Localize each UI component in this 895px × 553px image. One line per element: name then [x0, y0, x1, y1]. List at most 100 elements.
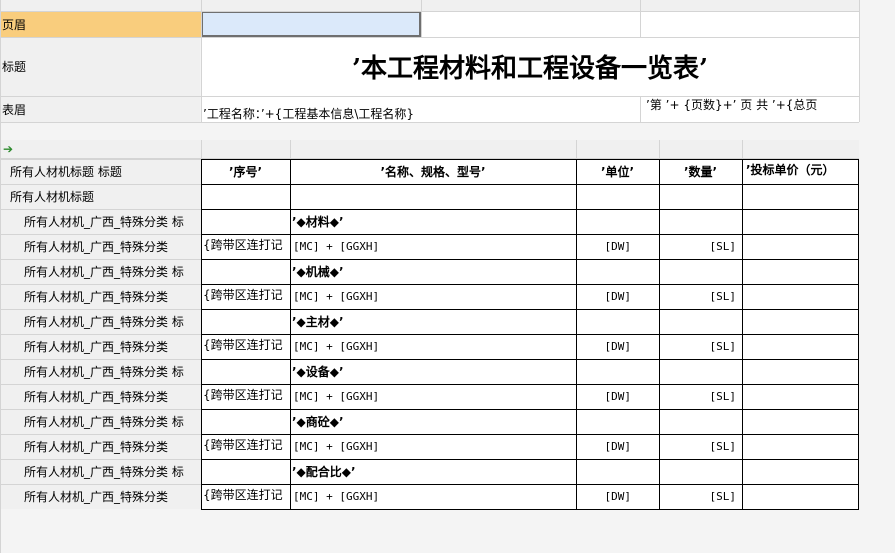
- grid-line: [201, 209, 859, 210]
- grid-line: [201, 184, 859, 185]
- category-cell[interactable]: ’◆商砼◆’: [292, 409, 574, 434]
- grid-line: [0, 459, 201, 460]
- name-spec-cell[interactable]: [MC] + [GGXH]: [293, 384, 576, 409]
- band-label-detail[interactable]: 所有人材机_广西_特殊分类: [0, 434, 200, 459]
- band-label-category[interactable]: 所有人材机_广西_特殊分类 标: [0, 309, 200, 334]
- name-spec-cell[interactable]: [MC] + [GGXH]: [293, 234, 576, 259]
- grid-line: [201, 409, 859, 410]
- grid-line: [0, 484, 201, 485]
- unit-price-cell[interactable]: [742, 284, 859, 309]
- unit-cell[interactable]: [DW]: [576, 384, 655, 409]
- project-name-field[interactable]: ’工程名称：’+{工程基本信息\工程名称}: [203, 100, 640, 122]
- unit-cell[interactable]: [DW]: [576, 484, 655, 509]
- category-cell[interactable]: ’◆设备◆’: [292, 359, 574, 384]
- canvas-bottom: [0, 510, 895, 553]
- unit-cell[interactable]: [DW]: [576, 434, 655, 459]
- unit-price-cell[interactable]: [742, 484, 859, 509]
- grid-line: [0, 0, 1, 553]
- column-header-cell[interactable]: ’名称、规格、型号’: [290, 159, 576, 184]
- column-header-cell[interactable]: ’序号’: [201, 159, 290, 184]
- report-title[interactable]: ’本工程材料和工程设备一览表’: [201, 37, 859, 96]
- unit-cell[interactable]: [DW]: [576, 334, 655, 359]
- band-label-detail[interactable]: 所有人材机_广西_特殊分类: [0, 334, 200, 359]
- grid-line: [0, 359, 201, 360]
- band-label-detail[interactable]: 所有人材机_广西_特殊分类: [0, 284, 200, 309]
- band-label-detail[interactable]: 所有人材机_广西_特殊分类: [0, 234, 200, 259]
- grid-line: [201, 459, 859, 460]
- column-header-cell[interactable]: ’数量’: [659, 159, 742, 184]
- qty-cell[interactable]: [SL]: [659, 284, 739, 309]
- name-spec-cell[interactable]: [MC] + [GGXH]: [293, 334, 576, 359]
- unit-cell[interactable]: [DW]: [576, 234, 655, 259]
- grid-line: [201, 334, 859, 335]
- band-label-category[interactable]: 所有人材机_广西_特殊分类 标: [0, 359, 200, 384]
- band-label-detail[interactable]: 所有人材机_广西_特殊分类: [0, 384, 200, 409]
- name-spec-cell[interactable]: [MC] + [GGXH]: [293, 434, 576, 459]
- grid-line: [0, 209, 201, 210]
- seq-cell[interactable]: {跨带区连打记: [203, 384, 290, 403]
- grid-line: [201, 359, 859, 360]
- qty-cell[interactable]: [SL]: [659, 384, 739, 409]
- grid-line: [0, 384, 201, 385]
- seq-cell[interactable]: {跨带区连打记: [203, 234, 290, 253]
- column-header-cell[interactable]: ’投标单价（元）: [742, 159, 859, 184]
- unit-cell[interactable]: [DW]: [576, 284, 655, 309]
- grid-line: [201, 259, 859, 260]
- band-label-title[interactable]: 标题: [0, 37, 200, 96]
- qty-cell[interactable]: [SL]: [659, 234, 739, 259]
- unit-price-cell[interactable]: [742, 234, 859, 259]
- band-divider: [0, 140, 859, 158]
- page-number-field[interactable]: ’第 ’+ {页数}+’ 页 共 ’+{总页: [646, 96, 859, 112]
- grid-line: [201, 159, 859, 160]
- band-label-category[interactable]: 所有人材机_广西_特殊分类 标: [0, 409, 200, 434]
- seq-cell[interactable]: {跨带区连打记: [203, 284, 290, 303]
- grid-line: [201, 384, 859, 385]
- grid-line: [201, 234, 859, 235]
- band-label-category[interactable]: 所有人材机_广西_特殊分类 标: [0, 459, 200, 484]
- qty-cell[interactable]: [SL]: [659, 434, 739, 459]
- band-label-group[interactable]: 所有人材机标题: [0, 184, 200, 209]
- grid-line: [0, 159, 201, 160]
- grid-line: [0, 11, 859, 12]
- grid-line: [0, 234, 201, 235]
- selected-cell[interactable]: [201, 11, 421, 37]
- band-label-category[interactable]: 所有人材机_广西_特殊分类 标: [0, 259, 200, 284]
- grid-line: [0, 184, 201, 185]
- grid-line: [659, 140, 660, 158]
- grid-line: [0, 309, 201, 310]
- category-cell[interactable]: ’◆机械◆’: [292, 259, 574, 284]
- band-label-page-header[interactable]: 页眉: [0, 11, 200, 37]
- seq-cell[interactable]: {跨带区连打记: [203, 434, 290, 453]
- grid-line: [201, 309, 859, 310]
- name-spec-cell[interactable]: [MC] + [GGXH]: [293, 284, 576, 309]
- seq-cell[interactable]: {跨带区连打记: [203, 484, 290, 503]
- grid-line: [201, 140, 202, 158]
- grid-line: [421, 0, 422, 37]
- qty-cell[interactable]: [SL]: [659, 334, 739, 359]
- unit-price-cell[interactable]: [742, 384, 859, 409]
- qty-cell[interactable]: [SL]: [659, 484, 739, 509]
- seq-cell[interactable]: {跨带区连打记: [203, 334, 290, 353]
- column-ruler: [0, 0, 859, 11]
- category-cell[interactable]: ’◆配合比◆’: [292, 459, 574, 484]
- arrow-right-icon[interactable]: ➔: [3, 140, 17, 158]
- band-label-column-header[interactable]: 所有人材机标题 标题: [0, 159, 200, 184]
- grid-line: [742, 140, 743, 158]
- band-label-table-header[interactable]: 表眉: [0, 96, 200, 122]
- unit-price-cell[interactable]: [742, 434, 859, 459]
- grid-line: [640, 96, 641, 122]
- band-label-category[interactable]: 所有人材机_广西_特殊分类 标: [0, 209, 200, 234]
- grid-line: [0, 284, 201, 285]
- grid-line: [659, 159, 660, 509]
- name-spec-cell[interactable]: [MC] + [GGXH]: [293, 484, 576, 509]
- category-cell[interactable]: ’◆材料◆’: [292, 209, 574, 234]
- band-label-detail[interactable]: 所有人材机_广西_特殊分类: [0, 484, 200, 509]
- grid-line: [201, 434, 859, 435]
- grid-line: [0, 334, 201, 335]
- grid-line: [290, 140, 291, 158]
- grid-line: [858, 159, 859, 509]
- category-cell[interactable]: ’◆主材◆’: [292, 309, 574, 334]
- unit-price-cell[interactable]: [742, 334, 859, 359]
- grid-line: [576, 159, 577, 509]
- column-header-cell[interactable]: ’单位’: [576, 159, 659, 184]
